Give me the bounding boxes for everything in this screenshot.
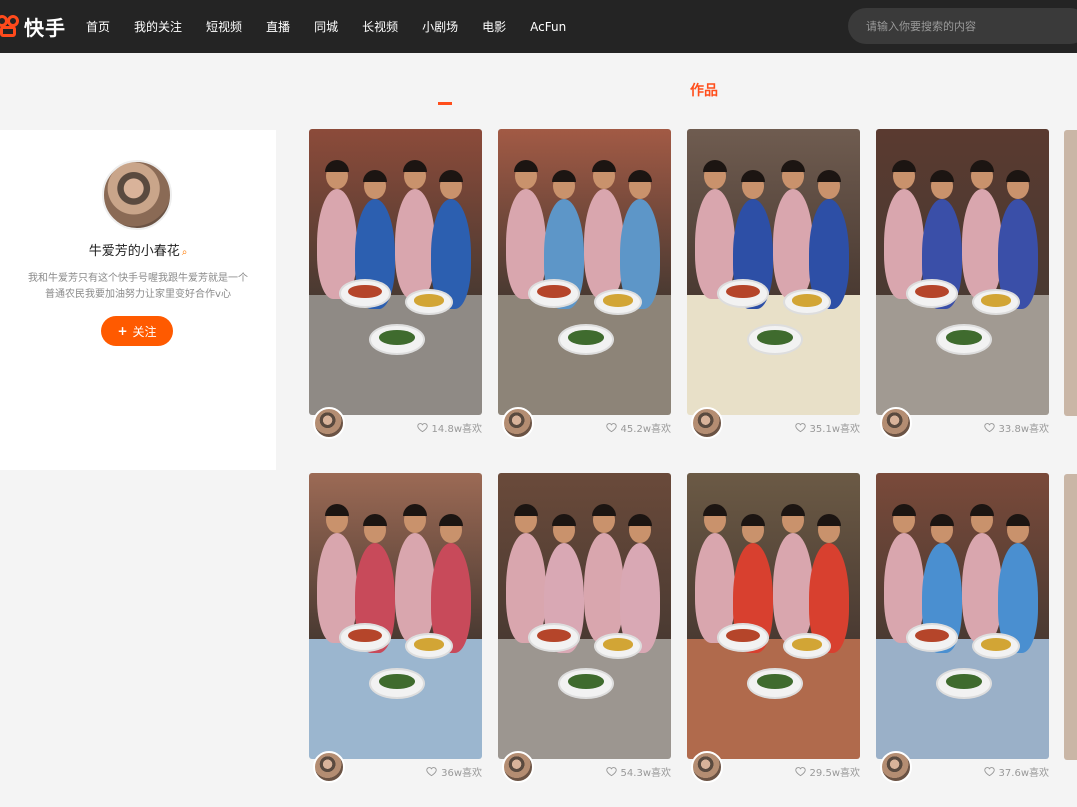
nav-item-local[interactable]: 同城 <box>314 18 338 35</box>
like-count: 45.2w喜欢 <box>605 420 671 435</box>
heart-icon <box>605 766 617 777</box>
video-card[interactable]: 36w喜欢 <box>309 473 482 803</box>
video-card[interactable]: 35.1w喜欢 <box>687 129 860 459</box>
works-section-title[interactable]: 作品 <box>690 80 718 100</box>
like-count: 54.3w喜欢 <box>605 764 671 779</box>
video-card-partial[interactable] <box>1064 130 1077 416</box>
heart-icon <box>426 766 437 777</box>
heart-icon <box>794 422 806 433</box>
author-avatar[interactable] <box>313 407 345 439</box>
profile-avatar[interactable] <box>102 160 172 230</box>
profile-card: 牛爱芳的小春花 ⌕ 我和牛爱芳只有这个快手号喔我跟牛爱芳就是一个普通农民我要加油努… <box>0 130 276 470</box>
like-count: 36w喜欢 <box>426 764 482 779</box>
kuaishou-logo-icon <box>0 13 20 39</box>
author-avatar[interactable] <box>691 751 723 783</box>
video-thumbnail[interactable] <box>687 473 860 759</box>
author-avatar[interactable] <box>313 751 345 783</box>
like-count-text: 45.2w喜欢 <box>620 424 671 435</box>
video-meta: 36w喜欢 <box>309 751 482 787</box>
video-card[interactable]: 45.2w喜欢 <box>498 129 671 459</box>
video-meta: 37.6w喜欢 <box>876 751 1049 787</box>
search-input[interactable] <box>848 8 1068 44</box>
video-meta: 35.1w喜欢 <box>687 407 860 443</box>
like-count: 33.8w喜欢 <box>983 420 1049 435</box>
heart-icon <box>983 422 995 433</box>
like-count-text: 36w喜欢 <box>441 768 482 779</box>
nav-item-following[interactable]: 我的关注 <box>134 18 182 35</box>
nav-item-mini-drama[interactable]: 小剧场 <box>422 18 458 35</box>
video-card[interactable]: 37.6w喜欢 <box>876 473 1049 803</box>
video-meta: 33.8w喜欢 <box>876 407 1049 443</box>
heart-icon <box>416 422 428 433</box>
video-thumbnail[interactable] <box>309 129 482 415</box>
video-card[interactable]: 14.8w喜欢 <box>309 129 482 459</box>
nav-item-home[interactable]: 首页 <box>86 18 110 35</box>
like-count-text: 29.5w喜欢 <box>809 768 860 779</box>
profile-name-row: 牛爱芳的小春花 ⌕ <box>0 240 276 259</box>
author-avatar[interactable] <box>880 407 912 439</box>
video-meta: 54.3w喜欢 <box>498 751 671 787</box>
like-count: 29.5w喜欢 <box>794 764 860 779</box>
like-count-text: 54.3w喜欢 <box>620 768 671 779</box>
main-nav: 首页 我的关注 短视频 直播 同城 长视频 小剧场 电影 AcFun <box>86 0 590 53</box>
author-avatar[interactable] <box>880 751 912 783</box>
video-thumbnail[interactable] <box>309 473 482 759</box>
author-avatar[interactable] <box>502 751 534 783</box>
video-card[interactable]: 29.5w喜欢 <box>687 473 860 803</box>
video-thumbnail[interactable] <box>687 129 860 415</box>
heart-icon <box>983 766 995 777</box>
like-count: 37.6w喜欢 <box>983 764 1049 779</box>
nav-item-movie[interactable]: 电影 <box>482 18 506 35</box>
heart-icon <box>794 766 806 777</box>
logo-text: 快手 <box>24 15 66 40</box>
video-card[interactable]: 54.3w喜欢 <box>498 473 671 803</box>
video-card[interactable]: 33.8w喜欢 <box>876 129 1049 459</box>
search-box <box>848 8 1077 44</box>
profile-bio: 我和牛爱芳只有这个快手号喔我跟牛爱芳就是一个普通农民我要加油努力让家里变好合作v… <box>28 273 248 300</box>
video-meta: 45.2w喜欢 <box>498 407 671 443</box>
nav-item-acfun[interactable]: AcFun <box>530 20 566 34</box>
kuaishou-logo[interactable]: 快手 <box>0 10 66 42</box>
like-count-text: 35.1w喜欢 <box>809 424 860 435</box>
verified-pin-icon: ⌕ <box>181 247 188 258</box>
like-count: 35.1w喜欢 <box>794 420 860 435</box>
author-avatar[interactable] <box>691 407 723 439</box>
video-thumbnail[interactable] <box>876 129 1049 415</box>
plus-icon: + <box>117 324 128 338</box>
heart-icon <box>605 422 617 433</box>
profile-name: 牛爱芳的小春花 <box>88 244 180 259</box>
video-meta: 29.5w喜欢 <box>687 751 860 787</box>
like-count: 14.8w喜欢 <box>416 420 482 435</box>
nav-item-short-video[interactable]: 短视频 <box>206 18 242 35</box>
nav-item-live[interactable]: 直播 <box>266 18 290 35</box>
like-count-text: 14.8w喜欢 <box>431 424 482 435</box>
video-thumbnail[interactable] <box>498 473 671 759</box>
author-avatar[interactable] <box>502 407 534 439</box>
video-meta: 14.8w喜欢 <box>309 407 482 443</box>
follow-button[interactable]: + 关注 <box>101 316 173 346</box>
video-thumbnail[interactable] <box>876 473 1049 759</box>
follow-button-label: 关注 <box>132 324 157 339</box>
nav-item-long-video[interactable]: 长视频 <box>362 18 398 35</box>
top-navigation-bar: 快手 首页 我的关注 短视频 直播 同城 长视频 小剧场 电影 AcFun <box>0 0 1077 53</box>
video-thumbnail[interactable] <box>498 129 671 415</box>
video-card-partial[interactable] <box>1064 474 1077 760</box>
like-count-text: 33.8w喜欢 <box>998 424 1049 435</box>
like-count-text: 37.6w喜欢 <box>998 768 1049 779</box>
tab-indicator <box>438 102 452 105</box>
